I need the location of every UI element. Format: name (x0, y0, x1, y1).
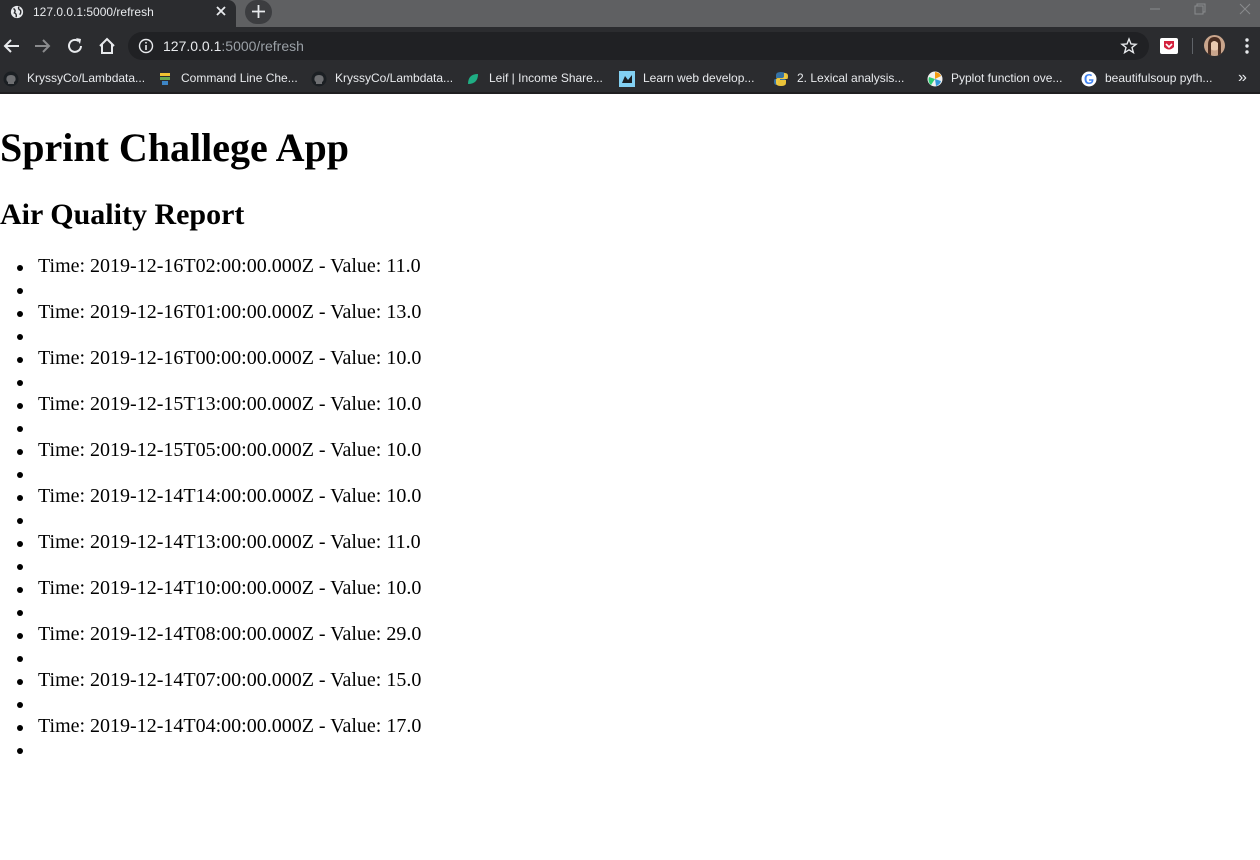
list-item (0, 738, 421, 761)
new-tab-button[interactable] (245, 0, 272, 24)
list-item (0, 600, 421, 623)
report-heading: Air Quality Report (0, 198, 245, 231)
list-item (0, 370, 421, 393)
list-item: Time: 2019-12-16T00:00:00.000Z - Value: … (0, 347, 421, 370)
list-item: Time: 2019-12-15T13:00:00.000Z - Value: … (0, 393, 421, 416)
url-host: 127.0.0.1 (163, 38, 222, 54)
bookmark-star-icon[interactable] (1120, 37, 1138, 55)
extension-icon[interactable] (1160, 38, 1178, 54)
list-item (0, 416, 421, 439)
list-item (0, 278, 421, 301)
google-icon (1081, 71, 1097, 87)
toolbar-divider (1192, 38, 1193, 54)
browser-toolbar: 127.0.0.1:5000/refresh (0, 27, 1260, 64)
list-item: Time: 2019-12-16T02:00:00.000Z - Value: … (0, 255, 421, 278)
address-bar[interactable]: 127.0.0.1:5000/refresh (128, 32, 1149, 60)
close-tab-icon[interactable] (213, 3, 229, 19)
bookmark-site-icon (160, 73, 170, 85)
back-icon[interactable] (2, 36, 22, 56)
list-item (0, 646, 421, 669)
list-item (0, 554, 421, 577)
list-item: Time: 2019-12-14T14:00:00.000Z - Value: … (0, 485, 421, 508)
list-item: Time: 2019-12-14T13:00:00.000Z - Value: … (0, 531, 421, 554)
tab-strip: 127.0.0.1:5000/refresh (0, 0, 1260, 27)
url-path: :5000/refresh (221, 38, 304, 54)
list-item (0, 508, 421, 531)
plus-icon (252, 5, 265, 18)
report-list: Time: 2019-12-16T02:00:00.000Z - Value: … (0, 255, 421, 761)
matplotlib-icon (927, 71, 943, 87)
github-icon (3, 71, 19, 87)
leif-icon (468, 74, 478, 84)
reload-icon[interactable] (65, 36, 85, 56)
list-item: Time: 2019-12-14T10:00:00.000Z - Value: … (0, 577, 421, 600)
list-item: Time: 2019-12-16T01:00:00.000Z - Value: … (0, 301, 421, 324)
list-item (0, 462, 421, 485)
bookmark-label: beautifulsoup pyth... (1105, 71, 1213, 85)
bookmark-label: Leif | Income Share... (489, 71, 603, 85)
list-item (0, 692, 421, 715)
list-item: Time: 2019-12-14T08:00:00.000Z - Value: … (0, 623, 421, 646)
python-icon (774, 72, 788, 86)
list-item (0, 324, 421, 347)
bookmark-label: Command Line Che... (181, 71, 298, 85)
list-item: Time: 2019-12-14T07:00:00.000Z - Value: … (0, 669, 421, 692)
url-text: 127.0.0.1:5000/refresh (163, 38, 304, 54)
browser-tab[interactable]: 127.0.0.1:5000/refresh (0, 0, 236, 27)
globe-icon (10, 5, 24, 19)
home-icon[interactable] (97, 36, 117, 56)
bookmark-label: Learn web develop... (643, 71, 755, 85)
bookmark-label: 2. Lexical analysis... (797, 71, 905, 85)
restore-icon[interactable] (1193, 2, 1207, 16)
minimize-icon[interactable] (1148, 2, 1162, 16)
list-item: Time: 2019-12-14T04:00:00.000Z - Value: … (0, 715, 421, 738)
avatar-image (1204, 35, 1225, 56)
menu-icon[interactable] (1241, 37, 1253, 55)
bookmark-label: KryssyCo/Lambdata... (27, 71, 146, 85)
list-item: Time: 2019-12-15T05:00:00.000Z - Value: … (0, 439, 421, 462)
more-bookmarks-button[interactable]: » (1238, 69, 1247, 87)
bookmark-label: KryssyCo/Lambdata... (335, 71, 454, 85)
github-icon (311, 71, 327, 87)
forward-icon[interactable] (32, 36, 52, 56)
page-title: Sprint Challege App (0, 125, 349, 170)
bookmarks-bar: KryssyCo/Lambdata... Command Line Che...… (0, 64, 1260, 94)
profile-avatar[interactable] (1204, 35, 1225, 56)
page-content: Sprint Challege App Air Quality Report T… (0, 96, 1260, 860)
close-window-icon[interactable] (1238, 2, 1252, 16)
info-icon[interactable] (138, 38, 154, 54)
mdn-icon (619, 71, 635, 87)
bookmark-label: Pyplot function ove... (951, 71, 1063, 85)
tab-title: 127.0.0.1:5000/refresh (33, 5, 154, 19)
